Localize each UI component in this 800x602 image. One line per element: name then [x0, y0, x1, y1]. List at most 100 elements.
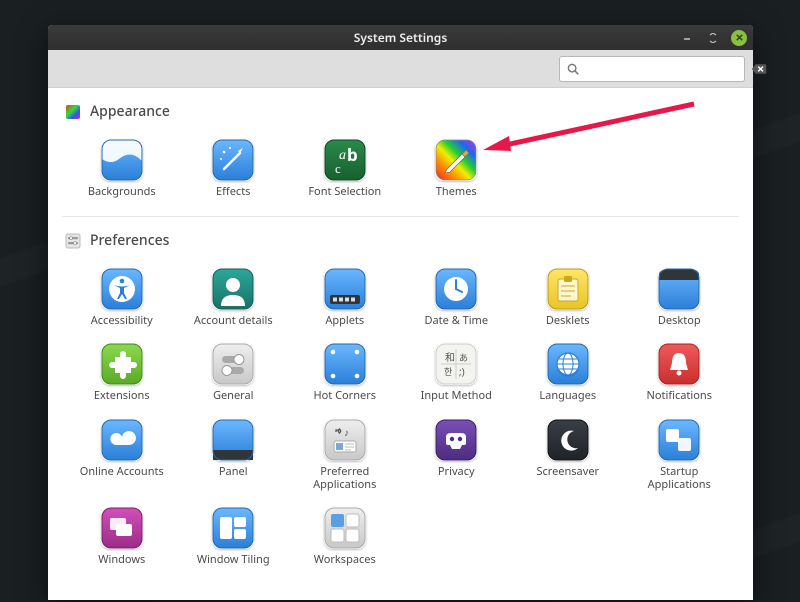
- item-label: Extensions: [94, 389, 150, 402]
- item-themes[interactable]: Themes: [403, 133, 511, 202]
- section-header-preferences: Preferences: [62, 231, 739, 258]
- svg-text:;): ;): [459, 364, 465, 378]
- item-label: Input Method: [421, 389, 492, 402]
- applets-icon: [324, 268, 366, 310]
- window-title: System Settings: [354, 29, 447, 46]
- workspaces-icon: [324, 507, 366, 549]
- item-extensions[interactable]: Extensions: [68, 337, 176, 406]
- item-label: Themes: [436, 185, 477, 198]
- system-settings-window: System Settings: [48, 25, 753, 600]
- window-titlebar[interactable]: System Settings: [48, 25, 753, 50]
- item-label: Languages: [539, 389, 596, 402]
- svg-text:あ: あ: [459, 351, 468, 364]
- notifications-icon: [658, 343, 700, 385]
- window-maximize-button[interactable]: [705, 30, 721, 46]
- item-label: Font Selection: [308, 185, 381, 198]
- preferences-grid: Accessibility Account details: [62, 258, 739, 574]
- item-label: Startup Applications: [631, 465, 727, 491]
- window-minimize-button[interactable]: [679, 30, 695, 46]
- item-input-method[interactable]: 和 あ 한 ;) Input Method: [403, 337, 511, 406]
- appearance-category-icon: [64, 103, 82, 121]
- svg-text:한: 한: [444, 365, 452, 378]
- svg-text:c: c: [335, 161, 341, 176]
- item-label: Applets: [325, 314, 364, 327]
- preferences-category-icon: [64, 232, 82, 250]
- item-effects[interactable]: Effects: [180, 133, 288, 202]
- account-details-icon: [212, 268, 254, 310]
- item-workspaces[interactable]: Workspaces: [291, 501, 399, 570]
- item-label: Effects: [216, 185, 250, 198]
- item-label: Notifications: [647, 389, 712, 402]
- preferred-applications-icon: ♪: [324, 419, 366, 461]
- item-hot-corners[interactable]: Hot Corners: [291, 337, 399, 406]
- desklets-icon: [547, 268, 589, 310]
- svg-text:和: 和: [445, 350, 455, 364]
- item-general[interactable]: General: [180, 337, 288, 406]
- item-window-tiling[interactable]: Window Tiling: [180, 501, 288, 570]
- search-icon: [566, 62, 580, 76]
- item-windows[interactable]: Windows: [68, 501, 176, 570]
- item-account-details[interactable]: Account details: [180, 262, 288, 331]
- item-date-time[interactable]: Date & Time: [403, 262, 511, 331]
- item-preferred-applications[interactable]: ♪ Preferred Applications: [291, 413, 399, 495]
- section-title: Appearance: [90, 102, 170, 121]
- item-online-accounts[interactable]: Online Accounts: [68, 413, 176, 495]
- item-font-selection[interactable]: a b c Font Selection: [291, 133, 399, 202]
- search-input[interactable]: [586, 61, 745, 77]
- window-tiling-icon: [212, 507, 254, 549]
- item-label: Account details: [194, 314, 273, 327]
- item-label: Workspaces: [314, 553, 376, 566]
- item-label: Accessibility: [91, 314, 153, 327]
- item-label: Window Tiling: [197, 553, 270, 566]
- item-languages[interactable]: Languages: [514, 337, 622, 406]
- svg-text:b: b: [347, 143, 358, 166]
- languages-icon: [547, 343, 589, 385]
- settings-content[interactable]: Appearance Backgrounds: [48, 88, 753, 600]
- windows-icon: [101, 507, 143, 549]
- appearance-grid: Backgrounds Effects: [62, 129, 739, 206]
- item-privacy[interactable]: Privacy: [403, 413, 511, 495]
- input-method-icon: 和 あ 한 ;): [435, 343, 477, 385]
- item-label: Desktop: [658, 314, 701, 327]
- privacy-icon: [435, 419, 477, 461]
- date-time-icon: [435, 268, 477, 310]
- screensaver-icon: [547, 419, 589, 461]
- item-label: Date & Time: [424, 314, 488, 327]
- section-header-appearance: Appearance: [62, 102, 739, 129]
- item-accessibility[interactable]: Accessibility: [68, 262, 176, 331]
- item-notifications[interactable]: Notifications: [626, 337, 734, 406]
- item-applets[interactable]: Applets: [291, 262, 399, 331]
- search-box[interactable]: [559, 56, 745, 82]
- item-label: Desklets: [546, 314, 590, 327]
- item-startup-applications[interactable]: Startup Applications: [626, 413, 734, 495]
- general-icon: [212, 343, 254, 385]
- item-panel[interactable]: Panel: [180, 413, 288, 495]
- item-label: Backgrounds: [88, 185, 156, 198]
- item-label: Hot Corners: [313, 389, 376, 402]
- window-close-button[interactable]: [731, 30, 747, 46]
- effects-icon: [212, 139, 254, 181]
- item-screensaver[interactable]: Screensaver: [514, 413, 622, 495]
- item-backgrounds[interactable]: Backgrounds: [68, 133, 176, 202]
- svg-text:♪: ♪: [344, 425, 349, 439]
- online-accounts-icon: [101, 419, 143, 461]
- font-selection-icon: a b c: [324, 139, 366, 181]
- clear-search-icon[interactable]: [751, 62, 767, 76]
- backgrounds-icon: [101, 139, 143, 181]
- window-controls: [679, 25, 747, 50]
- item-label: Privacy: [438, 465, 475, 478]
- toolbar: [48, 50, 753, 88]
- desktop-icon: [658, 268, 700, 310]
- item-label: Panel: [219, 465, 248, 478]
- section-preferences: Preferences Accessibility: [62, 216, 739, 574]
- item-label: Online Accounts: [80, 465, 164, 478]
- section-appearance: Appearance Backgrounds: [62, 88, 739, 206]
- item-label: Windows: [98, 553, 145, 566]
- hot-corners-icon: [324, 343, 366, 385]
- panel-icon: [212, 419, 254, 461]
- item-desktop[interactable]: Desktop: [626, 262, 734, 331]
- item-desklets[interactable]: Desklets: [514, 262, 622, 331]
- themes-icon: [435, 139, 477, 181]
- item-label: Preferred Applications: [297, 465, 393, 491]
- accessibility-icon: [101, 268, 143, 310]
